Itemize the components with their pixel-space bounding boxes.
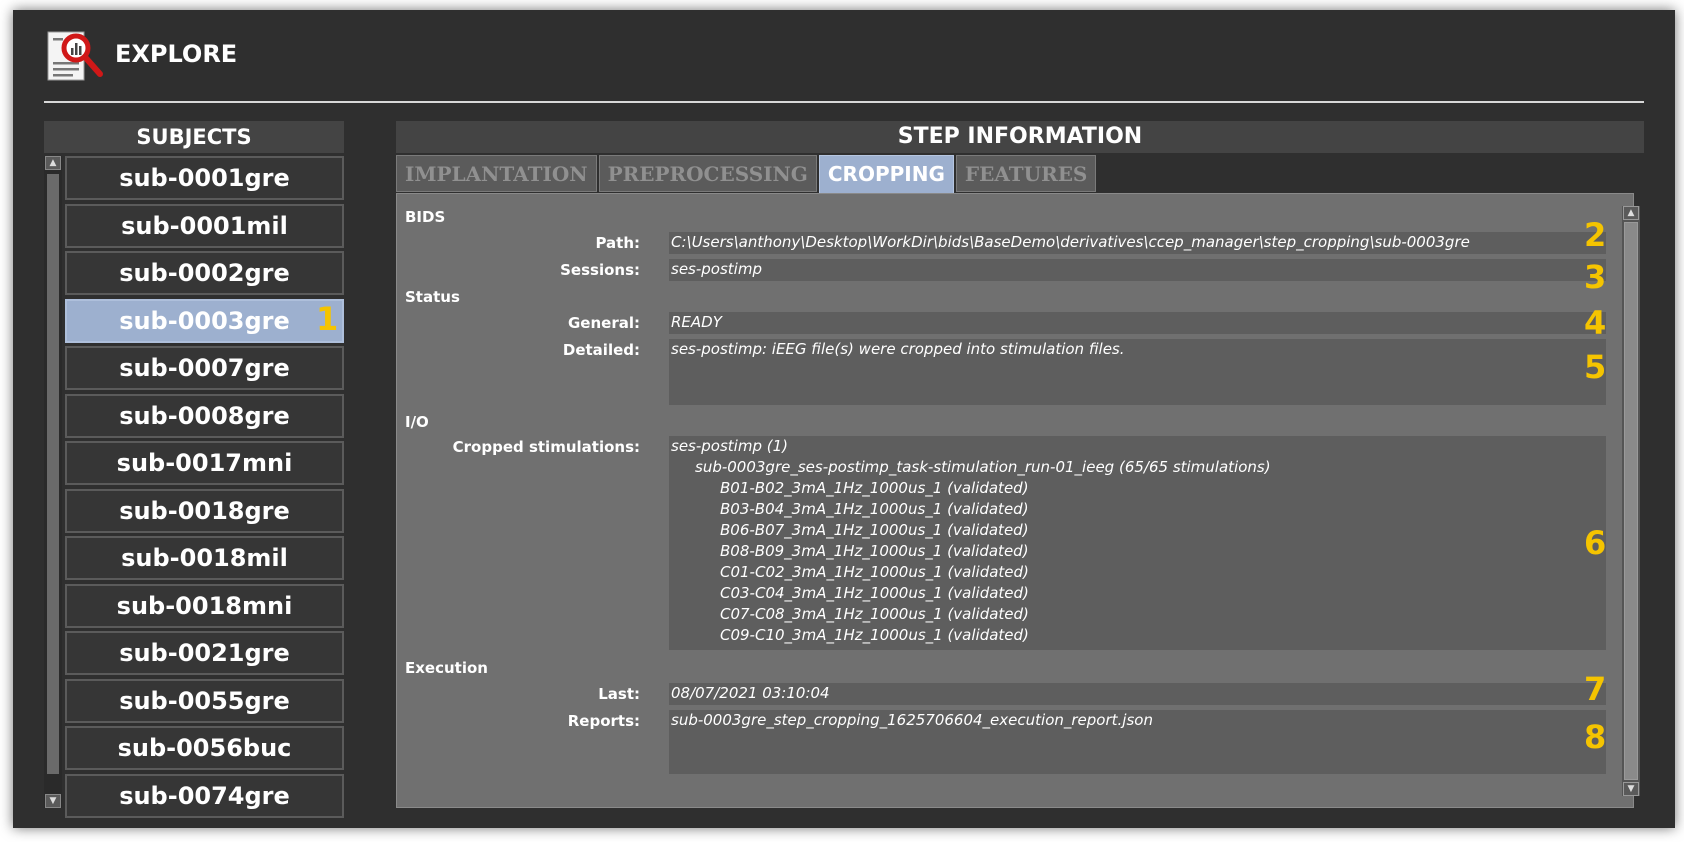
subject-item[interactable]: sub-0056buc — [65, 726, 344, 770]
io-line: C09-C10_3mA_1Hz_1000us_1 (validated) — [720, 626, 1029, 644]
reports-label: Reports: — [567, 712, 640, 730]
scroll-up-icon[interactable]: ▲ — [45, 156, 61, 170]
io-line: sub-0003gre_ses-postimp_task-stimulation… — [695, 458, 1271, 476]
reports-field[interactable]: sub-0003gre_step_cropping_1625706604_exe… — [669, 710, 1606, 774]
io-line: ses-postimp (1) — [671, 437, 788, 455]
scroll-down-icon[interactable]: ▼ — [1623, 782, 1639, 796]
cropped-stimulations-label: Cropped stimulations: — [452, 438, 640, 456]
subject-item[interactable]: sub-0008gre — [65, 393, 344, 438]
section-io: I/O — [405, 413, 429, 431]
subject-item[interactable]: sub-0007gre — [65, 346, 344, 390]
subjects-scroll-thumb[interactable] — [47, 174, 59, 774]
callout-3: 3 — [1584, 258, 1607, 296]
subject-item[interactable]: sub-0018gre — [65, 488, 344, 533]
io-line: B08-B09_3mA_1Hz_1000us_1 (validated) — [720, 542, 1029, 560]
callout-5: 5 — [1584, 348, 1607, 386]
io-line: C01-C02_3mA_1Hz_1000us_1 (validated) — [720, 563, 1029, 581]
callout-2: 2 — [1584, 216, 1607, 254]
tab-implantation[interactable]: IMPLANTATION — [396, 155, 597, 192]
general-label: General: — [568, 314, 640, 332]
io-line: C07-C08_3mA_1Hz_1000us_1 (validated) — [720, 605, 1029, 623]
cropped-stimulations-field[interactable]: ses-postimp (1) sub-0003gre_ses-postimp_… — [669, 436, 1606, 650]
detailed-label: Detailed: — [562, 341, 640, 359]
sessions-label: Sessions: — [560, 261, 640, 279]
path-label: Path: — [595, 234, 640, 252]
subject-item-selected[interactable]: sub-0003gre — [65, 298, 344, 343]
subject-item[interactable]: sub-0055gre — [65, 678, 344, 723]
subjects-scrollbar[interactable]: ▲ ▼ — [44, 156, 62, 808]
subject-item[interactable]: sub-0074gre — [65, 773, 344, 818]
panel-scroll-thumb[interactable] — [1624, 222, 1638, 780]
callout-8: 8 — [1584, 718, 1607, 756]
callout-4: 4 — [1584, 304, 1607, 342]
header-divider — [44, 101, 1644, 103]
subject-item[interactable]: sub-0001mil — [65, 203, 344, 248]
detailed-field[interactable]: ses-postimp: iEEG file(s) were cropped i… — [669, 339, 1606, 405]
report-magnifier-icon — [47, 31, 103, 81]
io-line: C03-C04_3mA_1Hz_1000us_1 (validated) — [720, 584, 1029, 602]
last-label: Last: — [598, 685, 640, 703]
io-line: B06-B07_3mA_1Hz_1000us_1 (validated) — [720, 521, 1029, 539]
subject-item[interactable]: sub-0017mni — [65, 441, 344, 485]
subject-item[interactable]: sub-0001gre — [65, 156, 344, 200]
subject-item[interactable]: sub-0021gre — [65, 631, 344, 675]
section-status: Status — [405, 288, 460, 306]
subject-item[interactable]: sub-0018mni — [65, 583, 344, 628]
subject-item[interactable]: sub-0002gre — [65, 251, 344, 295]
step-tabs: IMPLANTATION PREPROCESSING CROPPING FEAT… — [396, 155, 1098, 194]
tab-features[interactable]: FEATURES — [955, 155, 1097, 192]
io-line: B01-B02_3mA_1Hz_1000us_1 (validated) — [720, 479, 1029, 497]
callout-6: 6 — [1584, 524, 1607, 562]
tab-cropping[interactable]: CROPPING — [818, 155, 954, 194]
path-field[interactable]: C:\Users\anthony\Desktop\WorkDir\bids\Ba… — [669, 232, 1606, 254]
panel-scrollbar[interactable]: ▲ ▼ — [1622, 206, 1640, 796]
section-execution: Execution — [405, 659, 488, 677]
callout-1: 1 — [316, 300, 339, 338]
callout-7: 7 — [1584, 670, 1607, 708]
subject-item[interactable]: sub-0018mil — [65, 536, 344, 580]
scroll-down-icon[interactable]: ▼ — [45, 794, 61, 808]
step-information-header: STEP INFORMATION — [396, 121, 1644, 153]
sessions-field[interactable]: ses-postimp — [669, 259, 1606, 281]
last-field[interactable]: 08/07/2021 03:10:04 — [669, 683, 1606, 705]
section-bids: BIDS — [405, 208, 446, 226]
subjects-list: sub-0001gre sub-0001mil sub-0002gre sub-… — [65, 156, 344, 821]
page-title: EXPLORE — [115, 40, 238, 68]
io-line: B03-B04_3mA_1Hz_1000us_1 (validated) — [720, 500, 1029, 518]
tab-preprocessing[interactable]: PREPROCESSING — [598, 155, 817, 192]
scroll-up-icon[interactable]: ▲ — [1623, 206, 1639, 220]
general-field[interactable]: READY — [669, 312, 1606, 334]
subjects-header: SUBJECTS — [44, 121, 344, 153]
